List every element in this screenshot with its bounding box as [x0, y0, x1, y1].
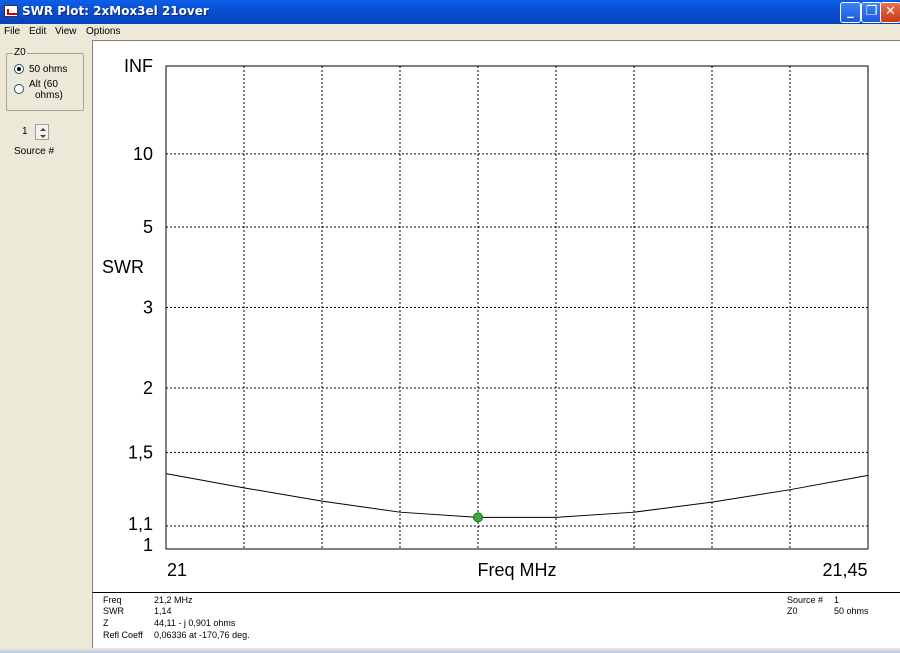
chart-grid	[165, 65, 869, 550]
freq-value: 21,2 MHz	[154, 595, 193, 605]
y-tick-labels: INF 10 5 3 2 1,5 1,11	[124, 56, 153, 555]
source-spinner[interactable]	[35, 124, 49, 140]
close-icon: ✕	[885, 4, 896, 19]
app-icon	[4, 5, 18, 17]
menu-options[interactable]: Options	[86, 26, 120, 37]
info-source-label: Source #	[787, 595, 824, 605]
swr-label: SWR	[103, 606, 124, 616]
refl-coeff-label: Refl Coeff	[103, 630, 143, 640]
refl-coeff-value: 0,06336 at -170,76 deg.	[154, 630, 250, 640]
z0-groupbox: Z0 50 ohms Alt (60 ohms)	[6, 47, 84, 111]
y-tick-label: 1	[143, 535, 153, 555]
window-title: SWR Plot: 2xMox3el 21over	[22, 4, 209, 18]
z0-group-label: Z0	[13, 47, 27, 58]
menu-bar: File Edit View Options	[0, 24, 900, 39]
swr-curve	[165, 473, 869, 518]
info-z0-label: Z0	[787, 606, 798, 616]
minimize-button[interactable]: _	[840, 2, 861, 23]
y-tick-label: INF	[124, 56, 153, 76]
y-tick-label: 1,5	[128, 442, 153, 462]
source-number-label: Source #	[14, 146, 55, 157]
z0-alt-label-line1[interactable]: Alt (60	[29, 80, 58, 90]
y-tick-label: 10	[133, 144, 153, 164]
maximize-button[interactable]: ❐	[861, 2, 882, 23]
source-number-value[interactable]: 1	[22, 126, 28, 137]
y-tick-label: 3	[143, 298, 153, 318]
info-z0-value: 50 ohms	[834, 606, 869, 616]
menu-edit[interactable]: Edit	[29, 26, 46, 37]
z-value: 44,11 - j 0,901 ohms	[154, 618, 236, 628]
x-tick-label-end: 21,45	[822, 560, 867, 580]
freq-label: Freq	[103, 595, 122, 605]
swr-series	[165, 473, 869, 523]
title-bar: SWR Plot: 2xMox3el 21over _ ❐ ✕	[0, 0, 900, 24]
z-label: Z	[103, 618, 109, 628]
y-tick-label: 5	[143, 217, 153, 237]
menu-file[interactable]: File	[4, 26, 20, 37]
window-bottom-border	[0, 648, 900, 653]
info-source-value: 1	[834, 595, 840, 605]
swr-value: 1,14	[154, 606, 172, 616]
swr-plot-area: INF 10 5 3 2 1,5 1,1 1 SWR 21 Freq MHz 21,45	[92, 40, 900, 592]
z0-alt-radio[interactable]	[14, 84, 24, 94]
y-tick-label: 1,1	[128, 514, 153, 534]
info-panel: Freq 21,2 MHz SWR 1,14 Z 44,11 - j 0,901…	[92, 592, 900, 648]
y-axis-label: SWR	[102, 257, 144, 277]
x-axis-label: Freq MHz	[477, 560, 556, 580]
left-panel: Z0 50 ohms Alt (60 ohms) 1 Source #	[0, 40, 92, 650]
x-tick-label-start: 21	[167, 560, 187, 580]
frequency-marker[interactable]	[473, 512, 483, 523]
y-tick-label: 2	[143, 378, 153, 398]
maximize-icon: ❐	[865, 4, 878, 19]
z0-alt-label-line2[interactable]: ohms)	[35, 91, 63, 101]
z0-50-radio[interactable]	[14, 64, 24, 74]
menu-view[interactable]: View	[55, 26, 77, 37]
close-button[interactable]: ✕	[880, 2, 900, 23]
minimize-icon: _	[847, 4, 854, 19]
swr-chart: INF 10 5 3 2 1,5 1,11 SWR 21 Freq MHz 21,45	[102, 56, 869, 580]
z0-50-label[interactable]: 50 ohms	[29, 65, 67, 75]
